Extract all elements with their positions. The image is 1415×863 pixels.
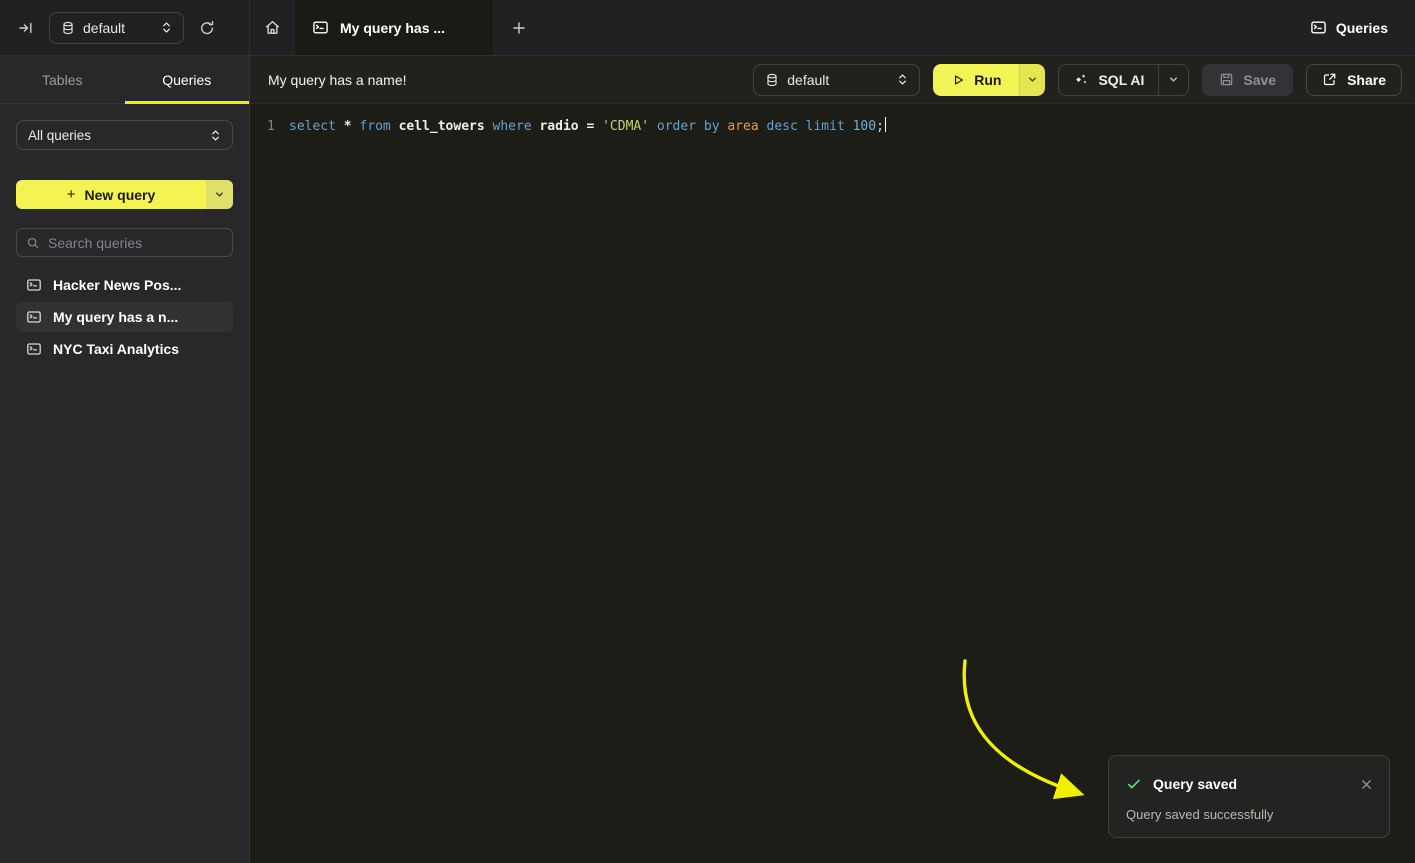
home-button[interactable] xyxy=(250,0,294,55)
refresh-icon xyxy=(199,20,215,36)
sql-editor[interactable]: 1 select * from cell_towers where radio … xyxy=(250,104,1415,137)
run-database-selector[interactable]: default xyxy=(753,64,920,96)
updown-chevrons-icon xyxy=(161,21,172,34)
new-query-label: New query xyxy=(84,187,155,203)
save-icon xyxy=(1219,72,1234,87)
sidebar-tab-queries-label: Queries xyxy=(162,72,211,88)
sql-ai-label: SQL AI xyxy=(1098,72,1144,88)
collapse-sidebar-icon xyxy=(18,20,34,36)
terminal-icon xyxy=(26,309,42,325)
run-button-label: Run xyxy=(974,72,1001,88)
updown-chevrons-icon xyxy=(897,73,908,86)
sql-ai-split-button: SQL AI xyxy=(1058,64,1189,96)
query-filter-select[interactable]: All queries xyxy=(16,120,233,150)
updown-chevrons-icon xyxy=(210,129,221,142)
search-queries-box xyxy=(16,228,233,257)
sidebar-tab-queries[interactable]: Queries xyxy=(125,56,250,103)
sql-console-app: default My query has .. xyxy=(0,0,1415,863)
run-button[interactable]: Run xyxy=(933,64,1019,96)
database-icon xyxy=(765,73,779,87)
toast-message: Query saved successfully xyxy=(1126,807,1376,822)
chevron-down-icon xyxy=(214,189,225,200)
chevron-down-icon xyxy=(1168,74,1179,85)
save-button[interactable]: Save xyxy=(1202,64,1293,96)
refresh-button[interactable] xyxy=(193,14,221,42)
query-filter-value: All queries xyxy=(28,128,202,143)
toast-header: Query saved xyxy=(1126,774,1376,794)
query-list-item-nyc-taxi[interactable]: NYC Taxi Analytics xyxy=(16,334,233,364)
tab-label: My query has ... xyxy=(340,20,445,36)
query-list-item-label: My query has a n... xyxy=(53,309,178,325)
query-toolbar: My query has a name! default Run xyxy=(250,56,1415,104)
chevron-down-icon xyxy=(1027,74,1038,85)
code-line: 1 select * from cell_towers where radio … xyxy=(267,117,1415,137)
active-tab-underline xyxy=(125,101,250,104)
database-selector[interactable]: default xyxy=(49,12,184,44)
database-icon xyxy=(61,21,75,35)
terminal-icon xyxy=(312,19,329,36)
tab-strip: My query has ... xyxy=(250,0,544,55)
sql-code: select * from cell_towers where radio = … xyxy=(289,117,886,137)
run-split-button: Run xyxy=(933,64,1045,96)
share-button-label: Share xyxy=(1347,72,1386,88)
query-title: My query has a name! xyxy=(268,72,407,88)
plus-icon: + xyxy=(67,187,76,202)
search-queries-input[interactable] xyxy=(48,235,223,251)
topbar-right: Queries xyxy=(1310,0,1415,55)
toast-title: Query saved xyxy=(1153,776,1237,792)
search-icon xyxy=(26,236,40,250)
topbar-left: default xyxy=(0,0,250,55)
query-list-item-label: Hacker News Pos... xyxy=(53,277,181,293)
new-query-button[interactable]: + New query xyxy=(16,180,206,209)
share-button[interactable]: Share xyxy=(1306,64,1402,96)
new-query-split-button: + New query xyxy=(16,180,233,209)
terminal-icon xyxy=(26,277,42,293)
tab-my-query[interactable]: My query has ... xyxy=(294,0,494,55)
new-query-options-button[interactable] xyxy=(206,180,233,209)
collapse-sidebar-button[interactable] xyxy=(12,14,40,42)
query-list: Hacker News Pos... My query has a n... N… xyxy=(16,270,233,364)
sidebar: Tables Queries All queries + New query xyxy=(0,56,250,863)
sidebar-tabs: Tables Queries xyxy=(0,56,249,104)
home-icon xyxy=(264,19,281,36)
sidebar-tab-tables-label: Tables xyxy=(42,72,82,88)
sidebar-body: All queries + New query xyxy=(0,104,249,380)
query-list-item-my-query[interactable]: My query has a n... xyxy=(16,302,233,332)
toast-query-saved: Query saved Query saved successfully xyxy=(1108,755,1390,838)
line-number: 1 xyxy=(267,117,279,137)
sql-ai-options-button[interactable] xyxy=(1158,65,1188,95)
toast-close-button[interactable] xyxy=(1356,774,1376,794)
play-icon xyxy=(951,73,965,87)
text-cursor xyxy=(885,117,887,132)
sql-ai-button[interactable]: SQL AI xyxy=(1059,65,1158,95)
query-list-item-label: NYC Taxi Analytics xyxy=(53,341,179,357)
sidebar-tab-tables[interactable]: Tables xyxy=(0,56,125,103)
sparkles-icon xyxy=(1073,72,1089,88)
save-button-label: Save xyxy=(1243,72,1276,88)
run-options-button[interactable] xyxy=(1019,64,1045,96)
new-tab-button[interactable] xyxy=(494,0,544,55)
database-selector-value: default xyxy=(83,20,153,36)
run-database-value: default xyxy=(787,72,889,88)
topbar: default My query has .. xyxy=(0,0,1415,56)
queries-terminal-icon xyxy=(1310,19,1327,36)
plus-icon xyxy=(512,21,526,35)
main-area: My query has a name! default Run xyxy=(250,56,1415,863)
check-icon xyxy=(1126,776,1142,792)
close-icon xyxy=(1361,779,1372,790)
queries-indicator-label[interactable]: Queries xyxy=(1336,20,1388,36)
query-list-item-hacker-news[interactable]: Hacker News Pos... xyxy=(16,270,233,300)
share-icon xyxy=(1322,72,1337,87)
terminal-icon xyxy=(26,341,42,357)
